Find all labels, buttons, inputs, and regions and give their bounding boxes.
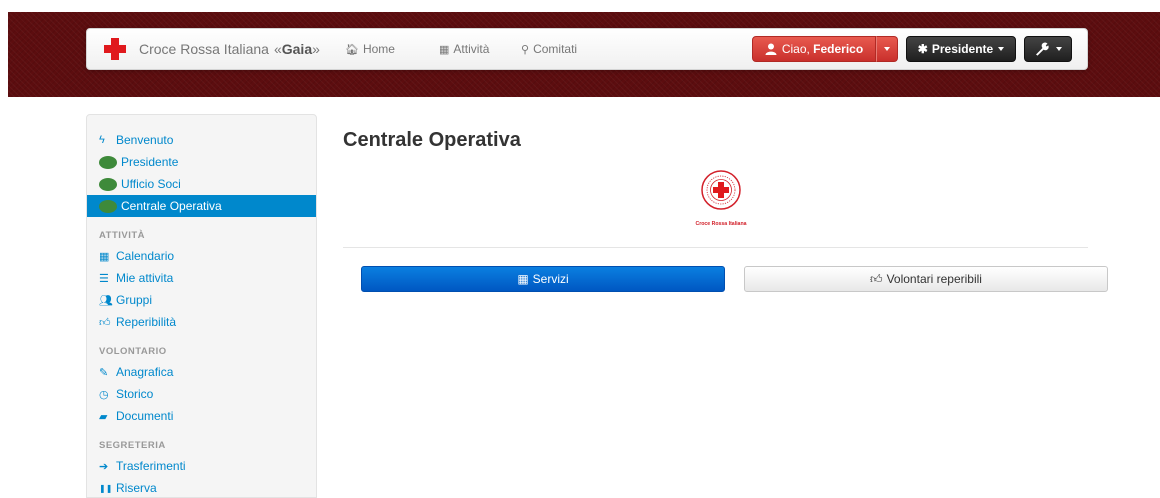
sidebar-item-storico[interactable]: ◷ Storico — [87, 383, 316, 405]
sidebar-section-volontario: VOLONTARIO — [99, 346, 167, 357]
user-name: Federico — [813, 42, 864, 56]
emblem-caption: Croce Rossa Italiana — [695, 221, 746, 227]
tab-servizi-label: Servizi — [532, 272, 569, 286]
chevron-down-icon — [998, 47, 1005, 51]
status-dot-icon — [99, 177, 117, 191]
sidebar-section-attivita: ATTIVITÀ — [99, 230, 146, 241]
edit-icon: ✎ — [99, 366, 109, 379]
nav-comitati-link[interactable]: ⚲ Comitati — [521, 42, 577, 56]
red-cross-logo-icon — [104, 38, 126, 60]
brand-app-name: Gaia — [281, 41, 313, 57]
list-icon: ☰ — [99, 272, 109, 285]
sidebar-item-ufficio-soci[interactable]: Ufficio Soci — [87, 173, 316, 195]
calendar-icon: ▦ — [99, 250, 110, 263]
sidebar-item-label: Centrale Operativa — [121, 199, 222, 213]
sidebar-item-centrale-operativa[interactable]: Centrale Operativa — [87, 195, 316, 217]
map-marker-icon: ⚲ — [521, 43, 530, 56]
tab-volontari-reperibili[interactable]: 👍︎ Volontari reperibili — [744, 266, 1108, 292]
red-cross-emblem-icon: Croce Rossa Italiana — [695, 170, 747, 227]
sidebar-item-anagrafica[interactable]: ✎ Anagrafica — [87, 361, 316, 383]
sidebar-item-label: Riserva — [116, 481, 157, 495]
sidebar-item-label: Anagrafica — [116, 365, 174, 379]
sidebar: ϟ Benvenuto Presidente Ufficio Soci Cent… — [86, 114, 317, 498]
page-title: Centrale Operativa — [343, 129, 521, 151]
sidebar-item-benvenuto[interactable]: ϟ Benvenuto — [87, 129, 316, 151]
sidebar-item-gruppi[interactable]: 👥︎ Gruppi — [87, 289, 316, 311]
sidebar-item-label: Benvenuto — [116, 133, 174, 147]
sidebar-item-calendario[interactable]: ▦ Calendario — [87, 245, 316, 267]
divider — [343, 247, 1088, 248]
sidebar-item-label: Documenti — [116, 409, 174, 423]
home-icon: 🏠︎ — [345, 43, 359, 56]
role-label: Presidente — [931, 42, 994, 56]
thumbs-up-icon: 👍︎ — [870, 271, 883, 286]
brand-name: Croce Rossa Italiana — [139, 41, 269, 57]
user-greeting: Ciao, — [781, 42, 814, 56]
sidebar-item-label: Trasferimenti — [116, 459, 186, 473]
sidebar-item-label: Mie attivita — [116, 271, 174, 285]
brand-guillemet-close: » — [312, 41, 320, 57]
status-dot-icon — [99, 199, 117, 213]
nav-attivita-link[interactable]: ▦ Attività — [439, 42, 489, 56]
sidebar-item-presidente[interactable]: Presidente — [87, 151, 316, 173]
chevron-down-icon — [884, 47, 890, 51]
sidebar-item-reperibilita[interactable]: 👍︎ Reperibilità — [87, 311, 316, 333]
sidebar-item-label: Ufficio Soci — [121, 177, 181, 191]
sidebar-item-mie-attivita[interactable]: ☰ Mie attivita — [87, 267, 316, 289]
arrow-right-icon: ➔ — [99, 460, 109, 473]
sidebar-item-label: Calendario — [116, 249, 175, 263]
sidebar-item-label: Storico — [116, 387, 154, 401]
nav-attivita-label: Attività — [453, 42, 490, 56]
sidebar-section-segreteria: SEGRETERIA — [99, 440, 166, 451]
asterisk-icon: ✱ — [917, 42, 928, 56]
calendar-icon: ▦ — [439, 43, 450, 56]
nav-comitati-label: Comitati — [533, 42, 578, 56]
top-navbar: Croce Rossa Italiana « Gaia » 🏠︎ Home ▦ … — [86, 28, 1088, 70]
clock-icon: ◷ — [99, 388, 109, 401]
user-menu-button[interactable]: Ciao, Federico — [752, 36, 876, 62]
user-icon — [765, 43, 777, 55]
status-dot-icon — [99, 155, 117, 169]
folder-icon: ▰ — [99, 410, 108, 423]
thumbs-up-icon: 👍︎ — [99, 316, 111, 329]
sidebar-item-label: Presidente — [121, 155, 179, 169]
tools-menu-button[interactable] — [1024, 36, 1072, 62]
tab-servizi[interactable]: ▦ Servizi — [361, 266, 725, 292]
sidebar-item-label: Gruppi — [116, 293, 153, 307]
chevron-down-icon — [1055, 47, 1062, 51]
tab-volontari-label: Volontari reperibili — [886, 272, 982, 286]
brand[interactable]: Croce Rossa Italiana « Gaia » — [104, 38, 320, 60]
nav-home-link[interactable]: 🏠︎ Home — [345, 42, 395, 56]
role-menu-button[interactable]: ✱ Presidente — [906, 36, 1016, 62]
calendar-icon: ▦ — [517, 272, 529, 286]
pause-icon: ❚❚ — [99, 483, 113, 493]
sidebar-item-trasferimenti[interactable]: ➔ Trasferimenti — [87, 455, 316, 477]
sidebar-item-documenti[interactable]: ▰ Documenti — [87, 405, 316, 427]
red-cross-emblem: Croce Rossa Italiana — [681, 168, 761, 230]
bolt-icon: ϟ — [99, 134, 105, 146]
sidebar-item-riserva[interactable]: ❚❚ Riserva — [87, 477, 316, 497]
nav-home-label: Home — [362, 42, 395, 56]
group-icon: 👥︎ — [99, 294, 113, 307]
user-menu-dropdown-toggle[interactable] — [876, 36, 898, 62]
brand-guillemet-open: « — [273, 41, 282, 57]
sidebar-item-label: Reperibilità — [116, 315, 177, 329]
wrench-icon — [1035, 42, 1049, 56]
